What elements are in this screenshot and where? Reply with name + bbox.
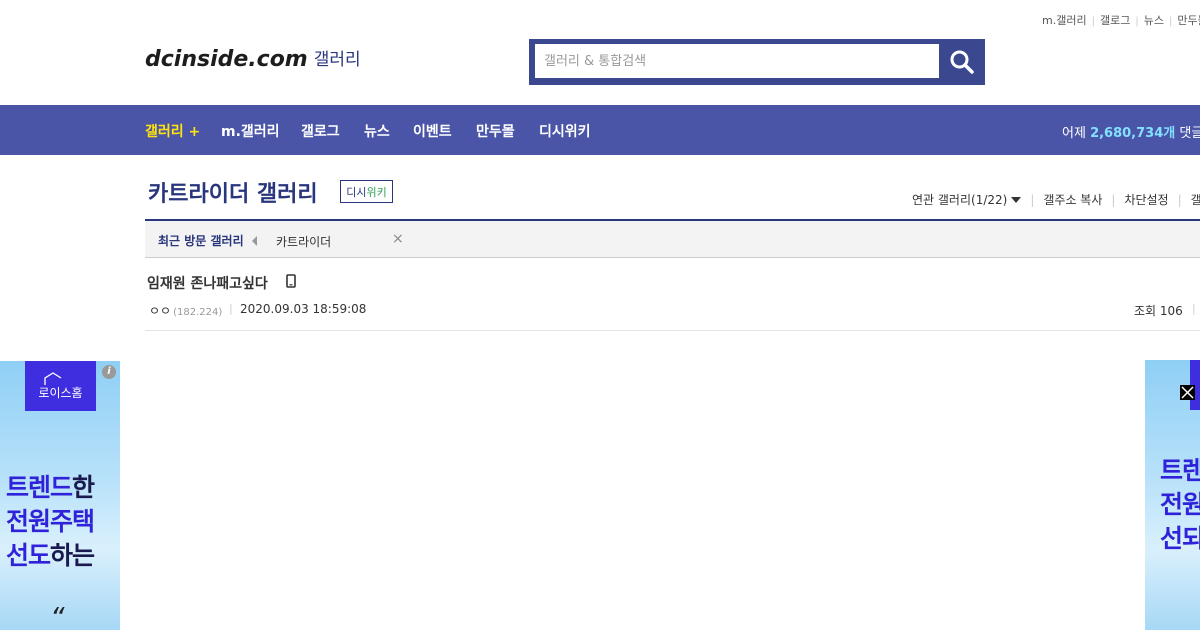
logo-wordmark: dcinside.com [145,47,308,72]
nav-event[interactable]: 이벤트 [413,121,452,141]
stats-value: 2,680,734개 [1090,126,1176,141]
ad-quote-mark: “ [50,601,65,630]
ad-headline: 트렌 전원 선되 [1160,456,1200,553]
top-util-links: m.갤러리|갤로그|뉴스|만두몰 [1042,12,1200,28]
top-link-m-gallery[interactable]: m.갤러리 [1042,14,1087,27]
chevron-down-icon [1011,197,1022,203]
block-settings-button[interactable]: 차단설정 [1124,193,1168,207]
search-input[interactable] [535,44,939,78]
recent-gallery-label[interactable]: 최근 방문 갤러리 [158,232,244,249]
nav-dcwiki[interactable]: 디시위키 [539,121,591,141]
post-header-divider [145,330,1200,331]
recent-gallery-item[interactable]: 카트라이더 [276,233,331,250]
main-nav: 갤러리 + m.갤러리 갤로그 뉴스 이벤트 만두몰 디시위키 어제 2,680… [0,105,1200,155]
gallery-tools: 연관 갤러리(1/22)|갤주소 복사|차단설정|갤러 [912,191,1200,208]
gallery-info-button[interactable]: 갤러 [1191,193,1200,207]
post-views: 조회 106 [1134,304,1183,318]
nav-m-gallery[interactable]: m.갤러리 [221,121,280,141]
stats-prefix: 어제 [1062,126,1086,141]
stats-suffix: 댓글 [1179,126,1200,141]
ad-brand-logo: 로이스홈 [25,361,96,411]
ad-brand-name: 로이스홈 [38,385,83,400]
post-title: 임재원 존나패고싶다 [147,276,268,292]
nav-news[interactable]: 뉴스 [364,121,390,141]
nav-gallog[interactable]: 갤로그 [301,121,340,141]
top-link-mall[interactable]: 만두몰 [1177,14,1200,27]
close-icon [1181,386,1194,399]
nav-mall[interactable]: 만두몰 [476,121,515,141]
gallery-title[interactable]: 카트라이더 갤러리 [148,176,318,208]
nav-gallery[interactable]: 갤러리 + [145,121,200,141]
caret-left-icon[interactable] [252,236,257,246]
close-icon[interactable]: × [392,231,404,247]
right-side-ad[interactable]: 트렌 전원 선되 [1145,360,1200,630]
site-logo[interactable]: dcinside.com 갤러리 [145,46,361,72]
copy-url-button[interactable]: 갤주소 복사 [1043,193,1102,207]
mobile-icon [286,274,296,288]
left-side-ad[interactable]: 로이스홈 i 트렌드한 전원주택 선도하는 “ [0,361,120,630]
search-box [529,39,985,85]
top-link-gallog[interactable]: 갤로그 [1100,14,1130,27]
post-author[interactable]: ㅇㅇ (182.224) [149,302,222,319]
search-button[interactable] [939,44,985,80]
logo-sub: 갤러리 [313,50,361,70]
wiki-badge-text-a: 디시 [346,185,367,199]
ad-info-icon[interactable]: i [102,365,116,379]
top-link-news[interactable]: 뉴스 [1144,14,1164,27]
dcwiki-badge[interactable]: 디시 위키 [340,180,393,203]
ad-headline: 트렌드한 전원주택 선도하는 [6,473,95,570]
ad-close-button[interactable] [1180,385,1195,400]
author-ip: (182.224) [173,307,223,318]
related-gallery-dropdown[interactable]: 연관 갤러리(1/22) [912,193,1022,207]
author-nickname: ㅇㅇ [149,304,172,318]
post-date: 2020.09.03 18:59:08 [240,302,367,316]
search-icon [950,50,974,74]
visitor-stats: 어제 2,680,734개 댓글 [1062,122,1200,141]
wiki-badge-text-b: 위키 [366,185,387,199]
page: m.갤러리|갤로그|뉴스|만두몰 dcinside.com갤러리 갤러리 + m… [0,0,1200,630]
recent-gallery-bar: 최근 방문 갤러리 카트라이더 × [145,219,1200,258]
